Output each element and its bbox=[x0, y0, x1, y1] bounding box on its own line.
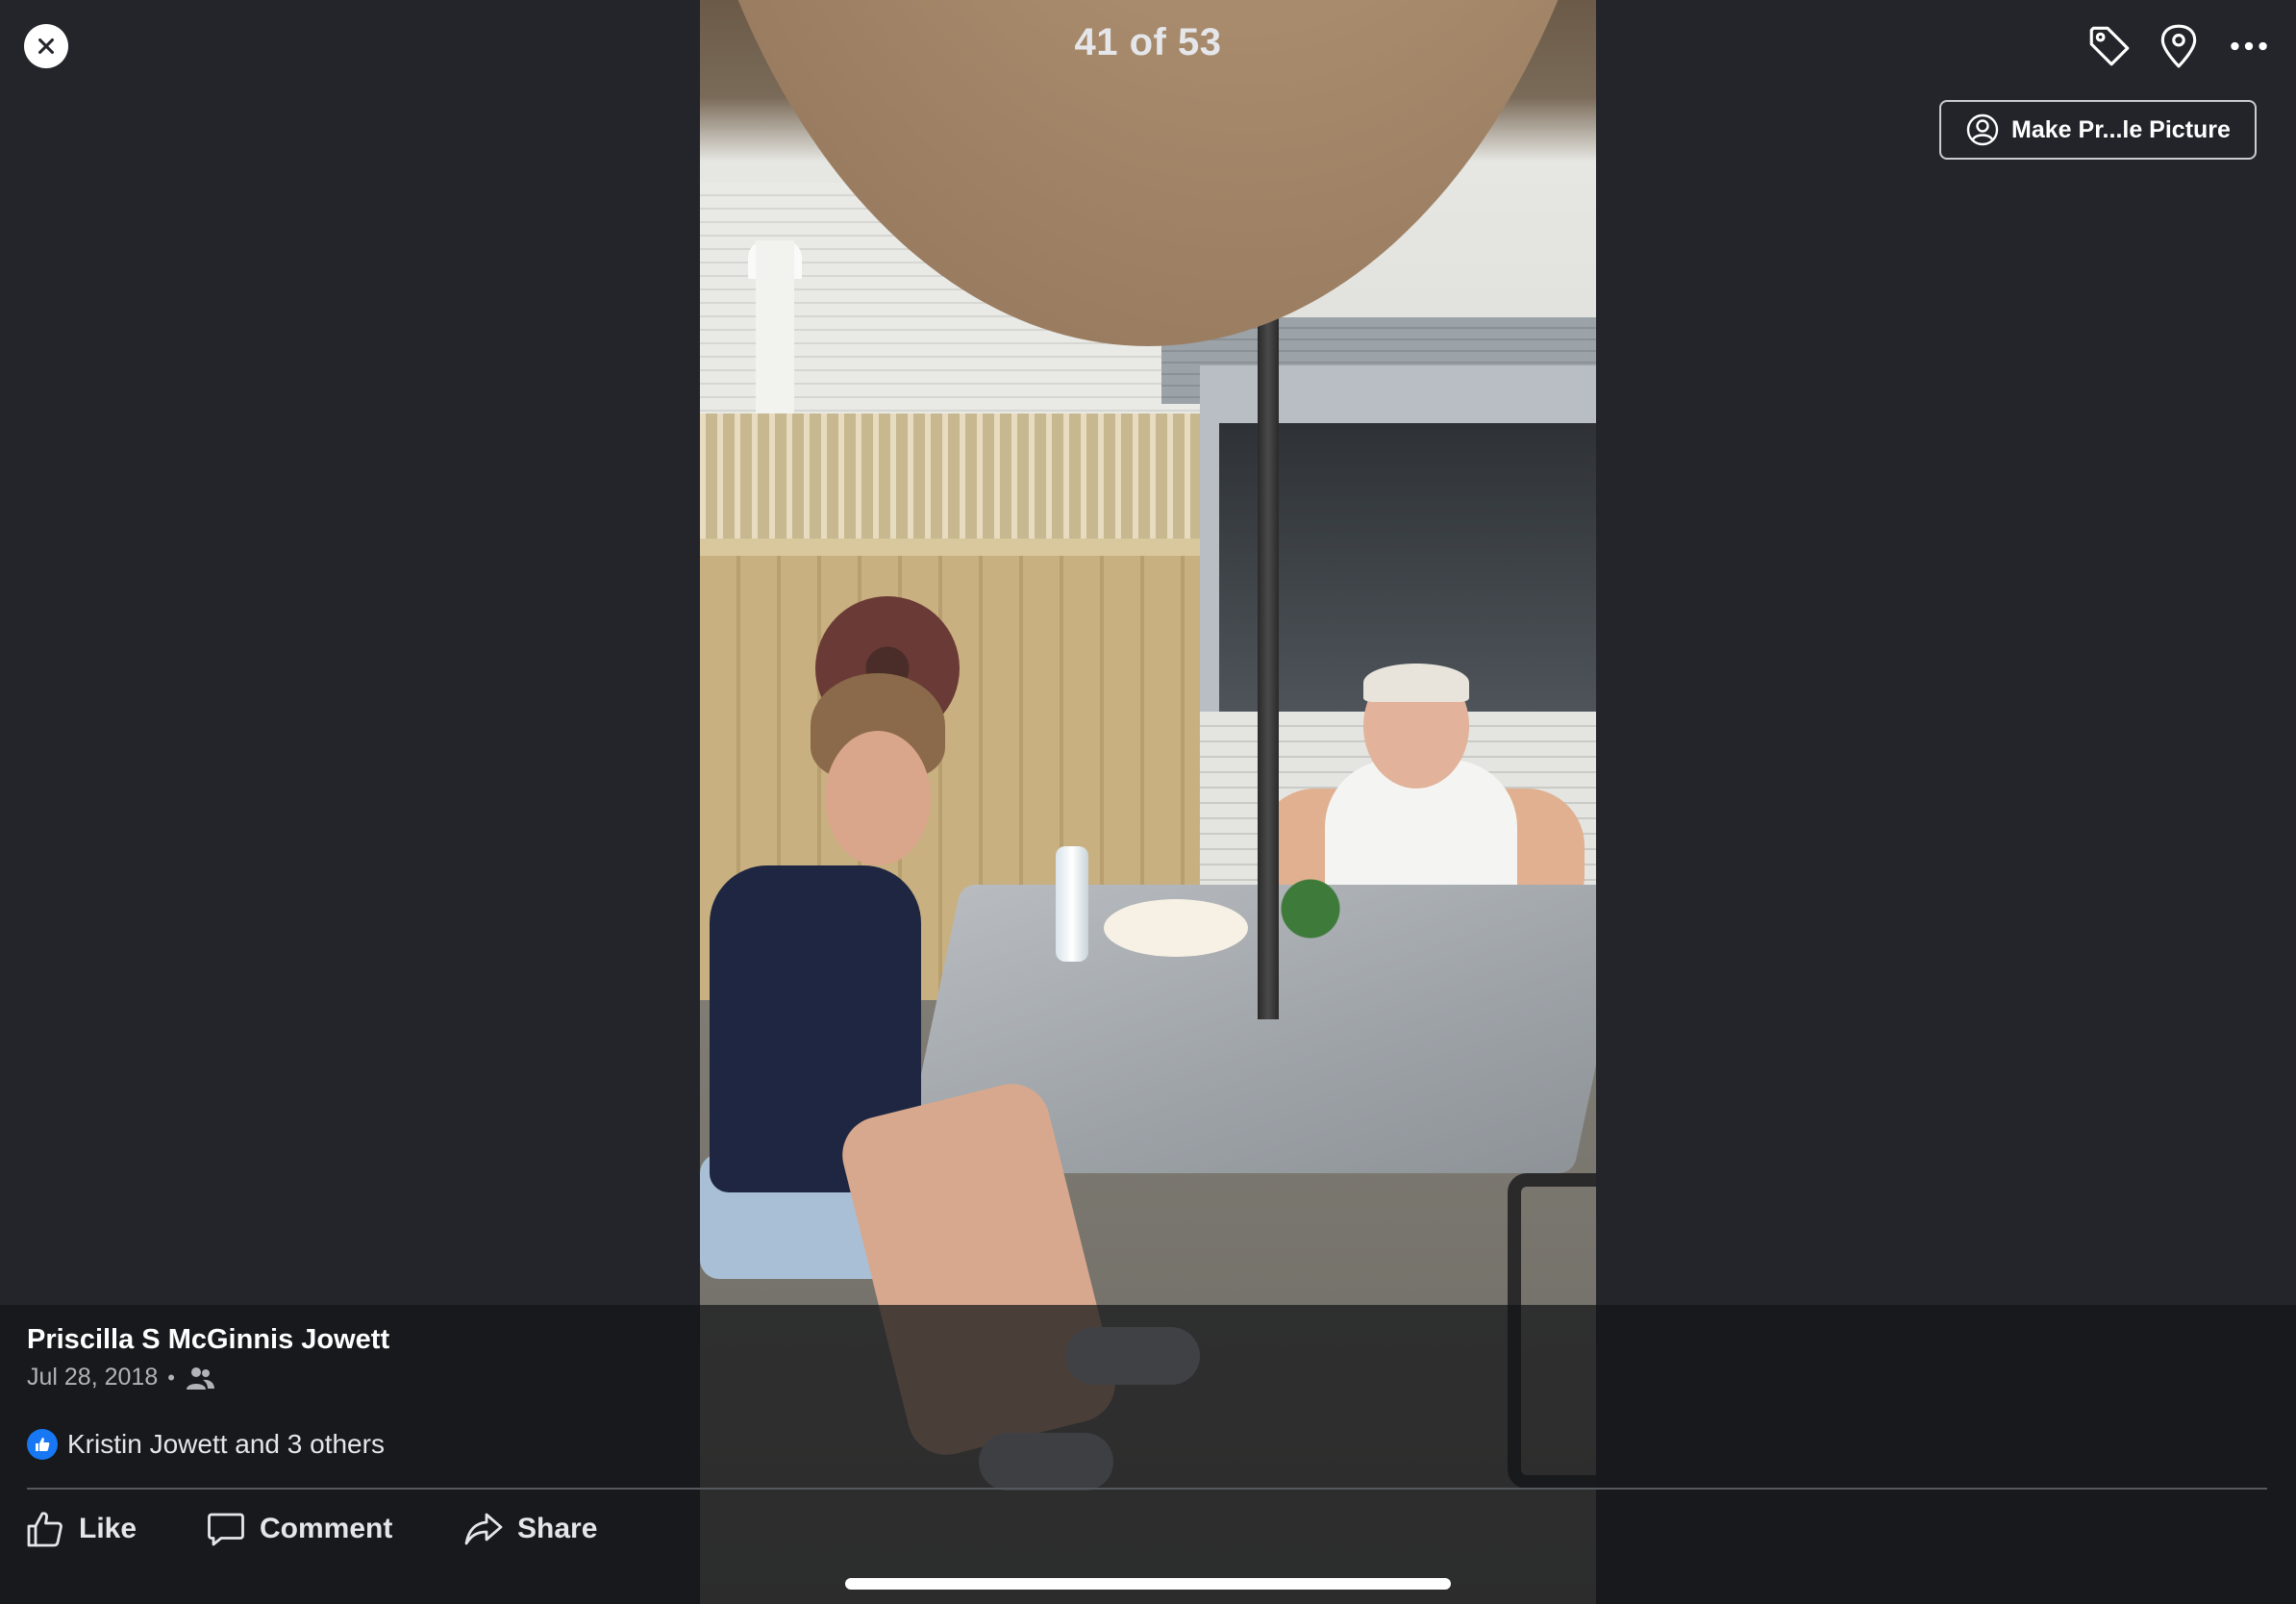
close-icon bbox=[38, 38, 54, 54]
tag-button[interactable] bbox=[2083, 19, 2136, 73]
reactions-summary[interactable]: Kristin Jowett and 3 others bbox=[27, 1429, 385, 1460]
tag-icon bbox=[2089, 26, 2130, 66]
fence-lattice bbox=[700, 414, 1200, 548]
make-profile-picture-label: Make Pr...le Picture bbox=[2011, 115, 2231, 143]
comment-button[interactable]: Comment bbox=[206, 1504, 392, 1554]
potted-plant bbox=[1277, 875, 1344, 942]
thumbs-up-icon bbox=[27, 1512, 62, 1547]
location-pin-icon bbox=[2160, 24, 2197, 68]
man-hair bbox=[1363, 664, 1469, 702]
share-label: Share bbox=[517, 1513, 598, 1544]
photo-counter: 41 of 53 bbox=[1074, 21, 1222, 63]
comment-icon bbox=[208, 1513, 244, 1546]
fence-post bbox=[756, 240, 794, 433]
water-bottle bbox=[1056, 846, 1088, 962]
photo-viewer: 41 of 53 Make Pr...le Picture Priscilla … bbox=[0, 0, 2296, 1604]
profile-circle-icon bbox=[1966, 113, 1999, 146]
comment-label: Comment bbox=[260, 1513, 393, 1544]
home-indicator[interactable] bbox=[845, 1578, 1451, 1590]
woman-head bbox=[825, 731, 931, 865]
post-meta: Jul 28, 2018 • bbox=[27, 1364, 215, 1391]
post-date[interactable]: Jul 28, 2018 bbox=[27, 1364, 158, 1391]
share-icon bbox=[464, 1513, 503, 1545]
like-button[interactable]: Like bbox=[25, 1504, 137, 1554]
divider bbox=[27, 1488, 2267, 1490]
like-reaction-icon bbox=[27, 1429, 58, 1460]
like-label: Like bbox=[79, 1513, 137, 1544]
more-button[interactable] bbox=[2222, 19, 2276, 73]
make-profile-picture-button[interactable]: Make Pr...le Picture bbox=[1939, 100, 2257, 160]
location-button[interactable] bbox=[2152, 19, 2206, 73]
more-icon bbox=[2231, 41, 2267, 51]
post-author[interactable]: Priscilla S McGinnis Jowett bbox=[27, 1324, 389, 1356]
snack-bowl bbox=[1104, 899, 1248, 957]
reactions-text: Kristin Jowett and 3 others bbox=[67, 1429, 385, 1459]
share-button[interactable]: Share bbox=[463, 1504, 597, 1554]
friends-icon bbox=[186, 1366, 214, 1390]
fence-rail bbox=[700, 539, 1238, 556]
meta-separator: • bbox=[167, 1365, 175, 1390]
close-button[interactable] bbox=[24, 24, 68, 68]
